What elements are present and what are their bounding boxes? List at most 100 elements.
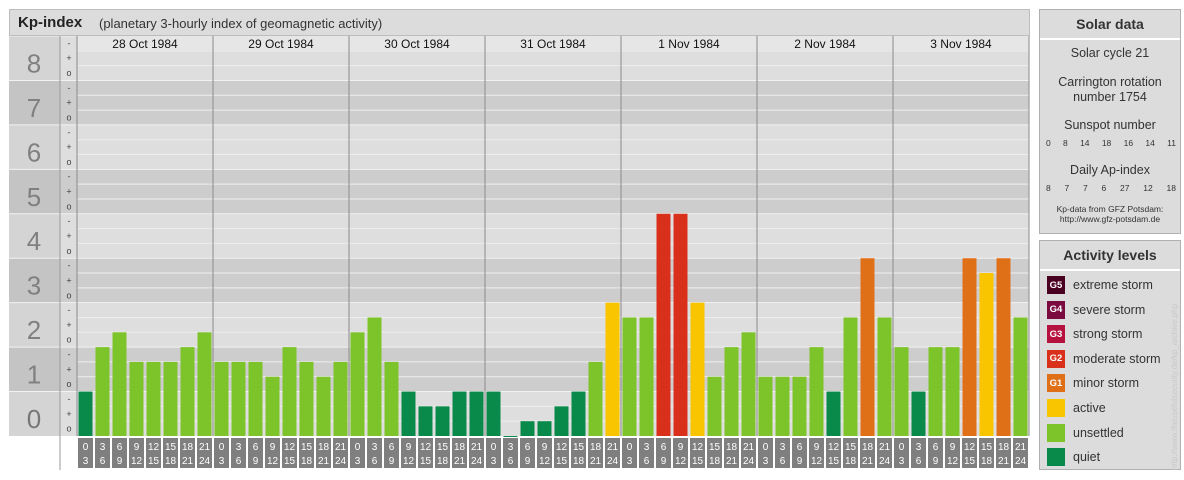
day-label: 30 Oct 1984 xyxy=(384,37,450,51)
kp-bar xyxy=(605,302,620,436)
y-minor-tick-label: o xyxy=(66,424,71,434)
kp-bar xyxy=(690,302,705,436)
kp-bar xyxy=(350,332,365,436)
kp-bar xyxy=(163,361,178,436)
kp-bar xyxy=(231,361,246,436)
hour-end-label: 18 xyxy=(845,456,857,467)
hour-end-label: 21 xyxy=(998,456,1010,467)
hour-end-label: 9 xyxy=(525,456,531,467)
hour-end-label: 24 xyxy=(471,456,483,467)
ap-value: 8 xyxy=(1046,183,1051,193)
sunspot-value: 16 xyxy=(1123,138,1134,148)
kp-band xyxy=(9,213,1029,259)
y-minor-tick-label: o xyxy=(66,112,71,122)
day-label: 3 Nov 1984 xyxy=(930,37,992,51)
hour-end-label: 21 xyxy=(318,456,330,467)
hour-end-label: 24 xyxy=(879,456,891,467)
carrington-line-1: Carrington rotation xyxy=(1058,75,1162,89)
day-label: 2 Nov 1984 xyxy=(794,37,856,51)
hour-end-label: 15 xyxy=(148,456,160,467)
y-minor-tick-label: - xyxy=(68,83,71,93)
ap-values: 8 7 7 6 27 12 18 xyxy=(1046,183,1176,193)
hour-end-label: 6 xyxy=(916,456,922,467)
hour-end-label: 18 xyxy=(573,456,585,467)
y-minor-tick-label: o xyxy=(66,246,71,256)
kp-bar xyxy=(945,347,960,436)
day-label: 28 Oct 1984 xyxy=(112,37,178,51)
activity-level-swatch xyxy=(1047,448,1065,467)
hour-end-label: 18 xyxy=(709,456,721,467)
hour-end-label: 3 xyxy=(627,456,633,467)
activity-level-swatch: G4 xyxy=(1047,300,1065,319)
hour-start-label: 15 xyxy=(165,442,177,453)
y-minor-tick-label: + xyxy=(66,98,71,108)
hour-start-label: 3 xyxy=(372,442,378,453)
hour-start-label: 18 xyxy=(862,442,874,453)
y-minor-tick-label: - xyxy=(68,350,71,360)
ap-value: 27 xyxy=(1120,183,1130,193)
hour-start-label: 15 xyxy=(573,442,585,453)
kp-bar xyxy=(707,376,722,436)
y-tick-label: 5 xyxy=(27,182,41,212)
hour-start-label: 12 xyxy=(420,442,432,453)
hour-start-label: 0 xyxy=(627,442,633,453)
hour-start-label: 3 xyxy=(644,442,650,453)
kp-band xyxy=(9,124,1029,170)
kp-bar xyxy=(520,421,535,436)
kp-chart: 28 Oct 1984 29 Oct 1984 30 Oct 1984 31 Oct … xyxy=(9,36,1030,470)
hour-start-label: 21 xyxy=(607,442,619,453)
day-label: 1 Nov 1984 xyxy=(658,37,720,51)
hour-end-label: 9 xyxy=(797,456,803,467)
hour-end-label: 15 xyxy=(692,456,704,467)
y-minor-tick-label: + xyxy=(66,187,71,197)
kp-bar xyxy=(911,391,926,436)
hour-end-label: 6 xyxy=(236,456,242,467)
hour-end-label: 24 xyxy=(335,456,347,467)
kp-bar xyxy=(826,391,841,436)
kp-bar xyxy=(299,361,314,436)
activity-level-label: quiet xyxy=(1073,450,1101,465)
chart-subtitle: (planetary 3-hourly index of geomagnetic… xyxy=(99,16,383,31)
activity-level-item: G1 minor storm xyxy=(1047,373,1139,393)
kp-bar xyxy=(673,213,688,436)
hour-end-label: 15 xyxy=(828,456,840,467)
hour-end-label: 21 xyxy=(454,456,466,467)
activity-level-item: G2 moderate storm xyxy=(1047,349,1161,369)
kp-bar xyxy=(367,317,382,436)
kp-band xyxy=(9,302,1029,348)
activity-level-item: G3 strong storm xyxy=(1047,324,1142,344)
hour-end-label: 18 xyxy=(301,456,313,467)
kp-bar xyxy=(486,391,501,436)
hour-end-label: 9 xyxy=(389,456,395,467)
kp-band xyxy=(9,391,1029,436)
hour-start-label: 12 xyxy=(556,442,568,453)
hour-start-label: 3 xyxy=(100,442,106,453)
hour-end-label: 12 xyxy=(267,456,279,467)
ap-value: 12 xyxy=(1143,183,1153,193)
kp-band xyxy=(9,80,1029,125)
hour-start-label: 0 xyxy=(219,442,225,453)
sunspot-value: 8 xyxy=(1063,138,1068,148)
hour-end-label: 24 xyxy=(199,456,211,467)
kp-bar xyxy=(962,258,977,436)
hour-start-label: 3 xyxy=(780,442,786,453)
hour-end-label: 3 xyxy=(899,456,905,467)
y-minor-tick-label: - xyxy=(68,172,71,182)
hour-start-label: 3 xyxy=(916,442,922,453)
hour-end-label: 21 xyxy=(862,456,874,467)
kp-band xyxy=(9,169,1029,214)
y-tick-label: 8 xyxy=(27,48,41,78)
hour-end-label: 12 xyxy=(811,456,823,467)
hour-start-label: 21 xyxy=(743,442,755,453)
activity-level-label: minor storm xyxy=(1073,376,1139,391)
hour-end-label: 15 xyxy=(964,456,976,467)
kp-bar xyxy=(435,406,450,436)
activity-level-item: unsettled xyxy=(1047,423,1124,443)
kp-bar xyxy=(758,376,773,436)
hour-start-label: 3 xyxy=(236,442,242,453)
activity-level-label: unsettled xyxy=(1073,425,1124,440)
hour-end-label: 15 xyxy=(420,456,432,467)
kp-bar xyxy=(333,361,348,436)
hour-end-label: 3 xyxy=(219,456,225,467)
kp-bar xyxy=(996,258,1011,436)
